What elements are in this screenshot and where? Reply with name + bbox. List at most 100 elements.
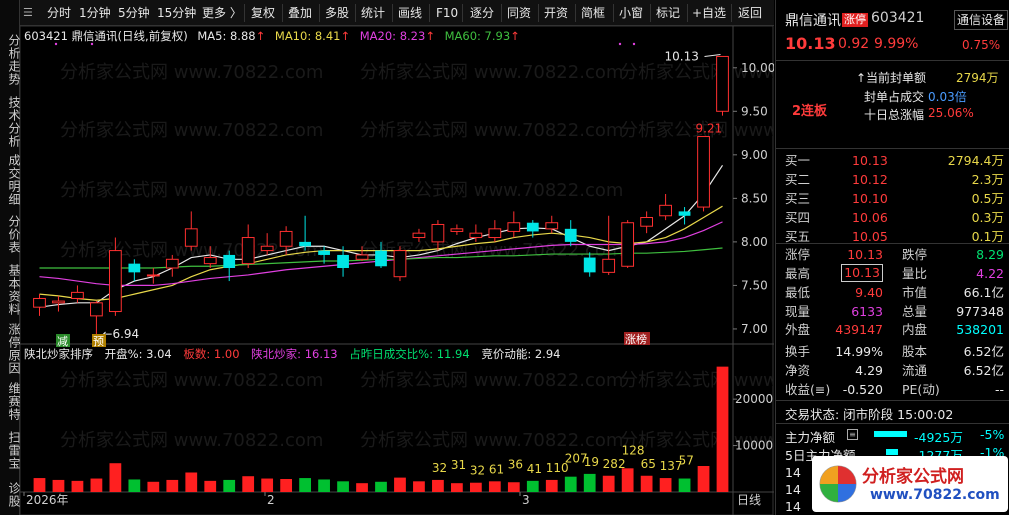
toolbar-btn-openasset[interactable]: 开资: [544, 0, 568, 26]
ma5-label: MA5: 8.88: [197, 29, 256, 43]
left-tab-7[interactable]: 扫雷宝: [0, 428, 21, 472]
stat-label: 收益(≡): [785, 382, 831, 397]
seal-amount-label: ↑当前封单额: [856, 71, 927, 85]
volume-bar: [375, 481, 387, 492]
marker-dot: [90, 42, 94, 46]
stat-label: 外盘: [785, 322, 811, 337]
badge-zhangbang: 涨榜: [625, 332, 647, 346]
candle-body: [375, 250, 387, 267]
toolbar-btn-f10[interactable]: F10: [436, 0, 458, 26]
stock-name: 鼎信通讯: [785, 13, 841, 29]
stat-label: 内盘: [902, 322, 928, 337]
consecutive-boards-tag: 2连板: [792, 104, 828, 119]
toolbar-btn-back[interactable]: 返回: [738, 0, 762, 26]
left-tab-4[interactable]: 基本资料: [0, 262, 21, 318]
orderbook-volume: 2794.4万: [947, 153, 1004, 168]
menu-icon[interactable]: ☰: [23, 0, 33, 26]
ma10-arrow: ↑: [340, 29, 351, 43]
bg-watermark: 分析家公式网 www.70822.com: [360, 62, 623, 83]
price-axis-label: 8.00: [741, 235, 768, 249]
left-tab-2[interactable]: 成交明细: [0, 152, 21, 208]
bg-watermark: 分析家公式网 www.70822.com: [360, 120, 623, 141]
toolbar-btn-restore[interactable]: 复权: [251, 0, 275, 26]
candle-body: [678, 211, 691, 216]
price-axis-label: 10.00: [741, 61, 774, 75]
table-icon[interactable]: ≡: [847, 429, 858, 440]
stats-row: 收益(≡) -0.520 PE(动) --: [776, 380, 1009, 399]
toolbar-btn-addwatch[interactable]: +自选: [692, 0, 726, 26]
ten-day-gain-label: 十日总涨幅: [864, 108, 925, 122]
left-tab-6[interactable]: 维赛特: [0, 380, 21, 422]
divider: [776, 60, 1009, 61]
row-number: 14: [785, 465, 801, 480]
candle-body: [469, 232, 483, 239]
candle-body: [279, 230, 293, 247]
volume-bar: [280, 479, 293, 492]
ma60-arrow: ↑: [510, 29, 520, 43]
sector-button[interactable]: 通信设备: [954, 10, 1008, 30]
price-change: 0.92: [838, 36, 870, 52]
volume-bar: [204, 480, 217, 492]
main-net-bar: [874, 431, 907, 437]
left-tab-1[interactable]: 技术分析: [0, 96, 21, 148]
toolbar-divider: [538, 4, 539, 22]
stat-label: 总量: [902, 304, 928, 319]
main-net-label: 主力净额: [785, 430, 836, 445]
candle-body: [165, 258, 179, 269]
volume-bar: [526, 480, 539, 492]
toolbar-btn-mark[interactable]: 标记: [656, 0, 680, 26]
price-change-pct: 9.99%: [874, 36, 919, 52]
toolbar-btn-stats[interactable]: 统计: [361, 0, 385, 26]
indicator-ratio: 占昨日成交比%: 11.94: [349, 347, 470, 361]
toolbar-btn-more[interactable]: 更多 〉: [202, 0, 242, 26]
price-axis-label: 7.00: [741, 322, 768, 336]
chart-canvas[interactable]: 分析家公式网 www.70822.com 分析家公式网 www.70822.com…: [20, 26, 774, 515]
stat-label: 净资: [785, 363, 811, 378]
toolbar-divider: [462, 4, 463, 22]
bg-watermark: 分析家公式网 www.70822.com: [360, 430, 623, 451]
volume-value-label: 32: [470, 464, 485, 478]
toolbar-btn-5min[interactable]: 5分钟: [118, 0, 150, 26]
toolbar-btn-perminute[interactable]: 逐分: [470, 0, 494, 26]
volume-bar: [90, 478, 103, 492]
bg-watermark: 分析家公式网 www.70822.com: [60, 430, 323, 451]
left-tab-3[interactable]: 分价表: [0, 212, 21, 256]
volume-value-label: 57: [679, 454, 694, 468]
left-tab-5[interactable]: 涨停原因: [0, 322, 21, 376]
toolbar-btn-15min[interactable]: 15分钟: [157, 0, 196, 26]
stat-label: 市值: [902, 285, 928, 300]
stat-value: 9.40: [855, 285, 883, 300]
toolbar-btn-overlay[interactable]: 叠加: [288, 0, 312, 26]
orderbook-volume: 0.5万: [971, 191, 1004, 206]
high-price-label: 10.13: [665, 49, 699, 63]
left-tab-0[interactable]: 分析走势: [0, 30, 21, 90]
toolbar-btn-sameasset[interactable]: 同资: [507, 0, 531, 26]
indicator-auction: 竞价动能: 2.94: [481, 347, 561, 361]
stats-row: 最高 10.13 量比 4.22: [776, 264, 1009, 283]
toolbar-btn-simpleframe[interactable]: 简框: [581, 0, 605, 26]
toolbar-btn-minute[interactable]: 分时: [47, 0, 71, 26]
stat-value: 977348: [956, 304, 1004, 319]
app-window: { "left_tabs": ["分析走势", "技术分析", "成交明细", …: [0, 0, 1009, 515]
candle-body: [337, 254, 349, 268]
bg-watermark: 分析家公式网 www.70822.com: [60, 370, 323, 391]
volume-bar: [451, 483, 463, 492]
date-axis-label: 3: [522, 493, 530, 507]
volume-bar: [678, 478, 691, 492]
toolbar-btn-1min[interactable]: 1分钟: [79, 0, 111, 26]
candle-body: [184, 228, 198, 247]
ma10-label: MA10: 8.41: [274, 29, 341, 43]
stat-label: PE(动): [902, 382, 940, 397]
left-tab-8[interactable]: 诊股: [0, 478, 21, 512]
candle-body: [450, 228, 464, 232]
stat-label: 跌停: [902, 247, 928, 262]
volume-bar: [147, 481, 160, 492]
kline-chart[interactable]: 分析家公式网 www.70822.com 分析家公式网 www.70822.com…: [20, 26, 774, 515]
volume-bar: [337, 481, 349, 492]
toolbar-btn-multistock[interactable]: 多股: [325, 0, 349, 26]
toolbar-btn-smallwindow[interactable]: 小窗: [619, 0, 643, 26]
marker-dot: [618, 42, 622, 46]
stat-label: 流通: [902, 363, 928, 378]
toolbar-btn-draw[interactable]: 画线: [398, 0, 422, 26]
volume-bar: [564, 476, 577, 492]
